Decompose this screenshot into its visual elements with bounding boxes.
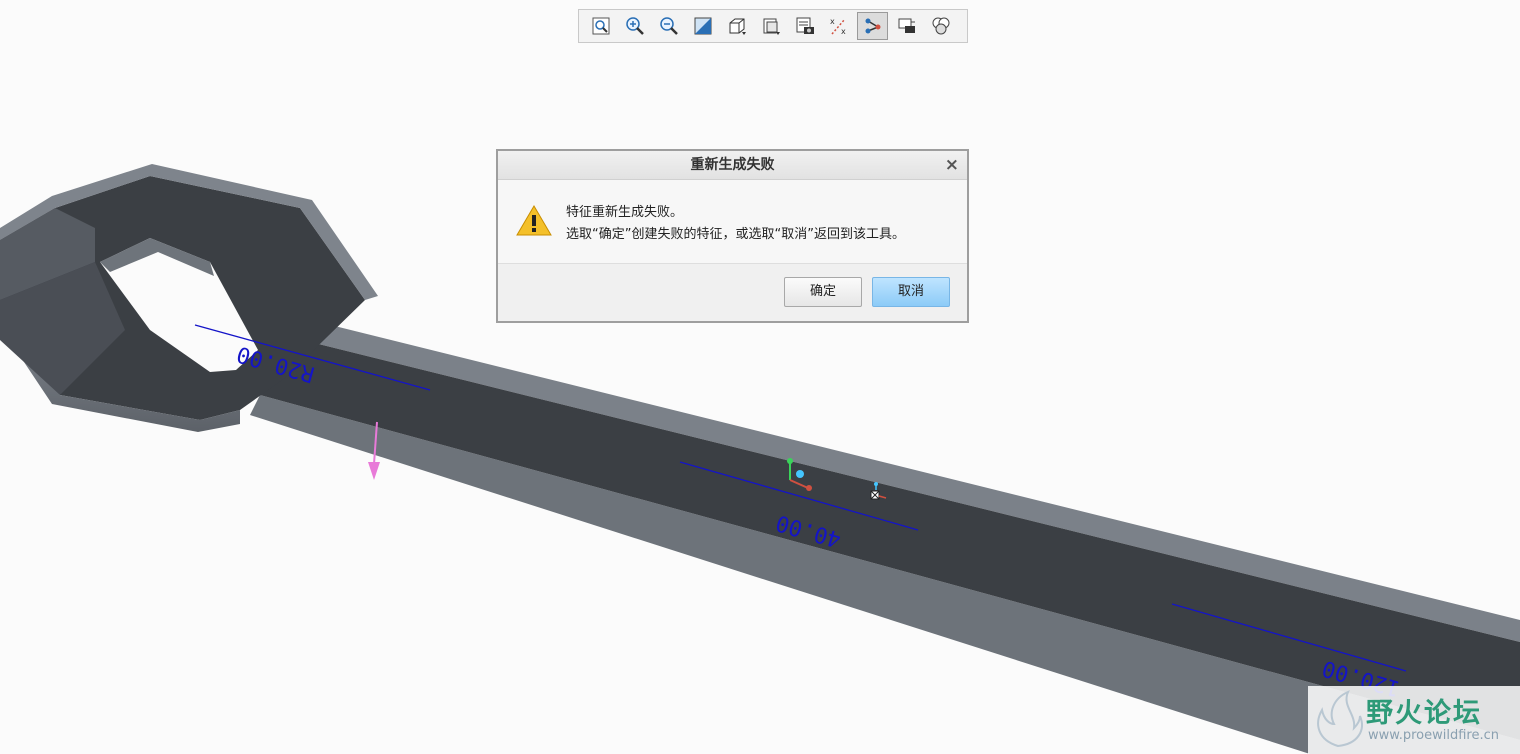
annotation-display-icon: [865, 18, 880, 34]
datum-display-button[interactable]: xx: [823, 12, 854, 40]
view-manager-icon: [796, 17, 814, 34]
dialog-message-line-1: 特征重新生成失败。: [566, 205, 684, 220]
annotation-display-button[interactable]: [857, 12, 888, 40]
ok-button[interactable]: 确定: [784, 277, 862, 307]
appearance-gallery-button[interactable]: [925, 12, 956, 40]
dialog-titlebar[interactable]: 重新生成失败 ×: [498, 151, 967, 180]
watermark-title: 野火论坛: [1366, 698, 1482, 729]
spin-center-toggle-icon: [898, 18, 915, 33]
svg-text:x: x: [830, 17, 835, 26]
refit-icon: [592, 17, 609, 35]
forum-watermark: 野火论坛 www.proewildfire.cn: [1308, 686, 1520, 754]
display-style-icon: [729, 18, 746, 35]
cancel-button[interactable]: 取消: [872, 277, 950, 307]
saved-orientation-icon: [763, 18, 780, 35]
close-icon[interactable]: ×: [945, 151, 959, 179]
dialog-title: 重新生成失败: [690, 157, 775, 173]
saved-orientation-button[interactable]: [755, 12, 786, 40]
view-manager-button[interactable]: [789, 12, 820, 40]
repaint-icon: [694, 17, 711, 35]
flame-logo-icon: [1317, 690, 1363, 748]
appearance-gallery-icon: [932, 17, 949, 35]
zoom-out-button[interactable]: [653, 12, 684, 40]
watermark-url: www.proewildfire.cn: [1368, 728, 1499, 743]
svg-text:x: x: [841, 27, 846, 36]
regeneration-failed-dialog: 重新生成失败 × 特征重新生成失败。 选取“确定”创建失败的特征，或选取“取消”…: [496, 149, 969, 323]
spin-center-button[interactable]: [891, 12, 922, 40]
warning-icon: [516, 205, 552, 236]
datum-display-icon: xx: [830, 17, 846, 36]
refit-button[interactable]: [585, 12, 616, 40]
dialog-message-line-2: 选取“确定”创建失败的特征，或选取“取消”返回到该工具。: [566, 227, 905, 242]
dialog-body: 特征重新生成失败。 选取“确定”创建失败的特征，或选取“取消”返回到该工具。: [498, 180, 967, 264]
zoom-in-button[interactable]: [619, 12, 650, 40]
view-toolbar: xx: [578, 9, 968, 43]
model-viewport[interactable]: R20.00 40.00 120.00: [0, 0, 1520, 754]
graphics-window[interactable]: R20.00 40.00 120.00 x x 重新生成失败 × 特征重新生成失…: [0, 0, 1520, 754]
zoom-out-icon: [659, 17, 678, 35]
display-style-button[interactable]: [721, 12, 752, 40]
dialog-footer: 确定 取消: [498, 264, 967, 323]
repaint-button[interactable]: [687, 12, 718, 40]
zoom-in-icon: [625, 17, 644, 35]
